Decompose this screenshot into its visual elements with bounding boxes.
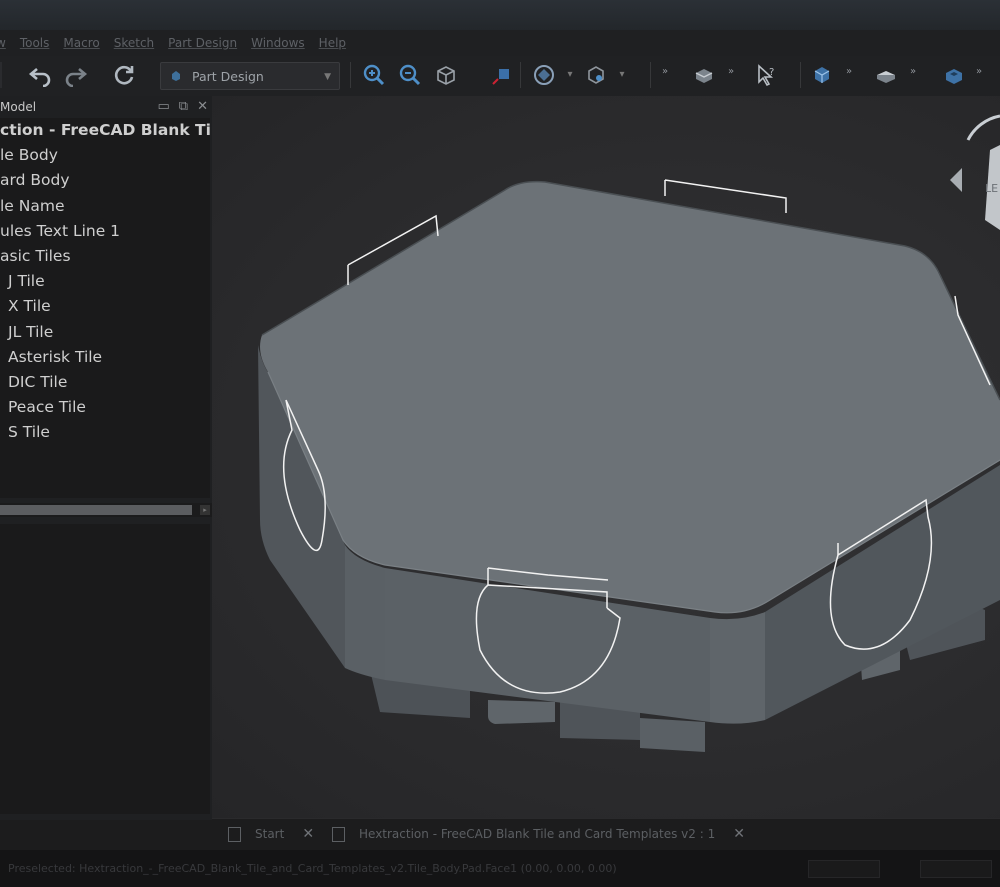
body-icon[interactable] [808,62,836,88]
document-tab-bar: Start ✕ Hextraction - FreeCAD Blank Tile… [212,818,1000,849]
model-tree[interactable]: ction - FreeCAD Blank Til... le Body ard… [0,118,210,498]
zoom-in-icon[interactable] [360,62,388,88]
svg-text:?: ? [769,67,774,78]
menu-windows[interactable]: Windows [251,36,305,50]
status-field [808,860,880,878]
part-design-icon [172,71,180,81]
tile-model[interactable]: LE [212,96,1000,818]
tree-horizontal-scrollbar[interactable]: ▸ [0,503,212,517]
tree-item[interactable]: ules Text Line 1 [0,219,210,244]
toolbar-separator [800,62,801,88]
workbench-selector[interactable]: Part Design ▼ [160,62,340,90]
zoom-out-icon[interactable] [396,62,424,88]
scrollbar-thumb[interactable] [0,505,192,515]
property-view [0,524,210,814]
tree-item[interactable]: S Tile [0,420,210,445]
toolbar-extension-icon[interactable]: » [976,66,982,77]
minimize-icon[interactable]: ▭ [158,99,170,114]
toolbar-separator [650,62,651,88]
tree-item[interactable]: Peace Tile [0,395,210,420]
status-field [920,860,992,878]
menu-help[interactable]: Help [319,36,346,50]
toolbar-extension-icon[interactable]: » [910,66,916,77]
close-icon[interactable]: ✕ [302,826,314,842]
scroll-right-icon[interactable]: ▸ [200,505,210,515]
std-view-icon[interactable] [530,62,558,88]
tree-item[interactable]: Asterisk Tile [0,345,210,370]
tab-label: Start [255,827,285,841]
tab-start[interactable]: Start ✕ [228,826,314,842]
tree-item[interactable]: asic Tiles [0,244,210,269]
menu-view[interactable]: w [0,36,6,50]
pocket-icon[interactable] [940,62,968,88]
toolbar-extension-icon[interactable]: » [846,66,852,77]
panel-title: Model [0,100,37,114]
whats-this-icon[interactable]: ? [752,62,780,88]
redo-icon[interactable] [62,62,90,88]
tree-item[interactable]: le Name [0,194,210,219]
menu-macro[interactable]: Macro [63,36,99,50]
view-box-icon[interactable] [432,62,460,88]
toolbar-edge [0,62,2,88]
draw-style-icon[interactable] [582,62,610,88]
toolbar-extension-icon[interactable]: » [728,66,734,77]
tab-label: Hextraction - FreeCAD Blank Tile and Car… [359,827,716,841]
tree-item[interactable]: ard Body [0,168,210,193]
part-icon[interactable] [690,62,718,88]
close-icon[interactable]: ✕ [197,99,208,114]
workbench-label: Part Design [192,68,264,84]
refresh-icon[interactable] [110,62,138,88]
measure-icon[interactable] [488,62,516,88]
tab-document[interactable]: Hextraction - FreeCAD Blank Tile and Car… [332,826,745,842]
toolbar-separator [520,62,521,88]
pad-icon[interactable] [872,62,900,88]
tree-item[interactable]: J Tile [0,269,210,294]
combo-view-panel: Model ▭ ⧉ ✕ ction - FreeCAD Blank Til...… [0,96,212,820]
chevron-down-icon[interactable]: ▾ [556,62,584,88]
menu-part-design[interactable]: Part Design [168,36,237,50]
document-icon [332,826,345,842]
menu-sketch[interactable]: Sketch [114,36,154,50]
tree-item[interactable]: DIC Tile [0,370,210,395]
float-icon[interactable]: ⧉ [179,99,188,114]
tree-item[interactable]: X Tile [0,294,210,319]
chevron-down-icon[interactable]: ▾ [608,62,636,88]
close-icon[interactable]: ✕ [733,826,745,842]
navigation-cube[interactable]: LE [950,114,1000,230]
window-titlebar [0,0,1000,30]
toolbar-extension-icon[interactable]: » [662,66,668,77]
document-icon [228,826,241,842]
toolbar-separator [350,62,351,88]
tree-item[interactable]: le Body [0,143,210,168]
menu-bar: w Tools Macro Sketch Part Design Windows… [0,30,1000,56]
status-bar: Preselected: Hextraction_-_FreeCAD_Blank… [0,850,1000,887]
panel-header: Model ▭ ⧉ ✕ [0,96,212,118]
chevron-down-icon: ▼ [324,72,331,82]
3d-viewport[interactable]: LE [212,96,1000,818]
tree-item[interactable]: JL Tile [0,320,210,345]
status-text: Preselected: Hextraction_-_FreeCAD_Blank… [8,862,617,875]
menu-tools[interactable]: Tools [20,36,50,50]
tree-root[interactable]: ction - FreeCAD Blank Til... [0,118,210,143]
undo-icon[interactable] [26,62,54,88]
navcube-face-label[interactable]: LE [985,182,998,195]
